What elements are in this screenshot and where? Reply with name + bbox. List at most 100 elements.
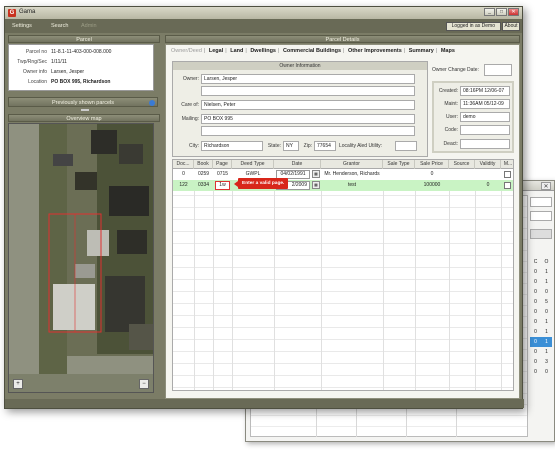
background-cell-b: 0 <box>545 369 548 375</box>
background-cell-row[interactable]: 00 <box>530 287 552 297</box>
table-row[interactable]: 0 0259 0715 GWPL 04/02/1991 ▦ Mr. Hender… <box>173 169 513 180</box>
background-cell-row[interactable]: 05 <box>530 297 552 307</box>
background-cell-row[interactable]: 00 <box>530 367 552 377</box>
splitter-handle[interactable] <box>81 109 89 111</box>
owner-information-header: Owner Information <box>173 62 427 70</box>
col-header-deed-type[interactable]: Deed Type <box>232 160 274 169</box>
cell-grantor: Mr. Henderson, Richards <box>324 171 380 177</box>
col-header-page[interactable]: Page <box>213 160 232 169</box>
cell-source <box>449 169 475 180</box>
col-header-date[interactable]: Date <box>274 160 321 169</box>
background-cell-a: 0 <box>534 269 537 275</box>
cell-grantor: test <box>347 182 357 188</box>
col-header-book[interactable]: Book <box>194 160 213 169</box>
cell-validity <box>475 169 501 180</box>
tab-maps[interactable]: Maps <box>441 48 455 54</box>
col-header-more[interactable]: M... <box>501 160 513 169</box>
cell-validity: 0 <box>486 182 490 188</box>
background-cell-b: 1 <box>545 339 548 345</box>
background-cell-row[interactable]: 01 <box>530 347 552 357</box>
tab-summary[interactable]: Summary <box>409 48 434 54</box>
created-field: 08:16PM 12/06-07 <box>460 86 510 96</box>
owner-change-date-field[interactable] <box>484 64 512 76</box>
side-button[interactable] <box>530 229 552 239</box>
owner-field-2[interactable] <box>201 86 415 96</box>
logged-in-status: Logged in as Demo <box>445 22 501 31</box>
close-icon[interactable]: ✕ <box>541 182 551 190</box>
table-row[interactable]: 122 0334 1w 2/2009 ▦ test 100000 0 <box>173 180 513 191</box>
background-cell-row[interactable]: 01 <box>530 327 552 337</box>
background-cell-row[interactable]: 00 <box>530 307 552 317</box>
maximize-button[interactable]: □ <box>496 8 507 16</box>
col-header-grantor[interactable]: Grantor <box>321 160 383 169</box>
calendar-icon[interactable]: ▦ <box>312 181 320 189</box>
col-header-source[interactable]: Source <box>449 160 475 169</box>
zoom-in-icon[interactable]: + <box>13 379 23 389</box>
about-button[interactable]: About <box>502 22 520 31</box>
background-cell-row[interactable]: 03 <box>530 357 552 367</box>
background-cell-list: CO0101000500010101010300 <box>530 257 552 377</box>
globe-icon[interactable] <box>149 100 155 106</box>
tab-other-improvements[interactable]: Other Improvements <box>348 48 402 54</box>
window-title: Gama <box>19 9 36 15</box>
background-cell-b: 1 <box>545 279 548 285</box>
care-of-field[interactable]: Nielsen, Peter <box>201 100 415 110</box>
owner-information-box: Owner Information Owner: Larsen, Jesper … <box>172 61 428 157</box>
utility-field[interactable] <box>395 141 417 151</box>
col-header-sale-type[interactable]: Sale Type <box>383 160 415 169</box>
background-cell-b: 3 <box>545 359 548 365</box>
side-field[interactable] <box>530 211 552 221</box>
state-field[interactable]: NY <box>283 141 299 151</box>
tab-legal[interactable]: Legal <box>209 48 223 54</box>
record-metadata-box: Created: 08:16PM 12/06-07 Maint: 11:36AM… <box>432 81 514 153</box>
row-checkbox[interactable] <box>504 182 511 189</box>
calendar-icon[interactable]: ▦ <box>312 170 320 178</box>
background-cell-row[interactable]: 01 <box>530 337 552 347</box>
tab-owner-deed[interactable]: Owner/Deed <box>171 48 202 54</box>
background-cell-a: 0 <box>534 339 537 345</box>
parcel-header: Parcel <box>8 35 160 43</box>
column-line <box>194 169 195 390</box>
close-button[interactable]: ✕ <box>508 8 519 16</box>
state-label: State: <box>267 143 281 149</box>
zoom-out-icon[interactable]: − <box>139 379 149 389</box>
title-bar[interactable]: G Gama _ □ ✕ <box>5 7 522 19</box>
cell-sale-type <box>383 169 415 180</box>
row-checkbox[interactable] <box>504 171 511 178</box>
mailing-field[interactable]: PO BOX 995 <box>201 114 415 124</box>
zip-field[interactable]: 77654 <box>314 141 336 151</box>
cell-doc: 0 <box>182 171 185 177</box>
background-cell-row[interactable]: CO <box>530 257 552 267</box>
background-cell-row[interactable]: 01 <box>530 267 552 277</box>
overview-map[interactable]: + − <box>8 123 154 393</box>
care-of-label: Care of: <box>181 102 199 108</box>
background-cell-a: 0 <box>534 319 537 325</box>
menu-search[interactable]: Search <box>51 23 68 29</box>
deact-field[interactable] <box>460 139 510 149</box>
menu-settings[interactable]: Settings <box>12 23 32 29</box>
code-label: Code: <box>444 127 458 133</box>
city-field[interactable]: Richardson <box>201 141 263 151</box>
col-header-sale-price[interactable]: Sale Price <box>415 160 449 169</box>
menu-bar: Settings Search Admin Logged in as Demo … <box>5 19 522 33</box>
tab-commercial-buildings[interactable]: Commercial Buildings <box>283 48 341 54</box>
side-field[interactable] <box>530 197 552 207</box>
owner-field[interactable]: Larsen, Jesper <box>201 74 415 84</box>
background-cell-row[interactable]: 01 <box>530 317 552 327</box>
previous-parcels-bar[interactable]: Previously shown parcels <box>8 97 158 107</box>
background-cell-row[interactable]: 01 <box>530 277 552 287</box>
tab-land[interactable]: Land <box>230 48 243 54</box>
column-line <box>274 169 275 390</box>
code-field[interactable] <box>460 125 510 135</box>
page-input[interactable]: 1w <box>215 181 230 190</box>
background-cell-a: 0 <box>534 289 537 295</box>
col-header-doc[interactable]: Doc... <box>173 160 194 169</box>
parcel-info-box: Parcel no 11-8.1-11-403-000-008.000 Twp/… <box>8 44 154 91</box>
col-header-validity[interactable]: Validity <box>475 160 501 169</box>
cell-book: 0334 <box>197 182 210 188</box>
mailing-field-2[interactable] <box>201 126 415 136</box>
minimize-button[interactable]: _ <box>484 8 495 16</box>
tab-dwellings[interactable]: Dwellings <box>250 48 276 54</box>
cell-sale-price: 100000 <box>423 182 441 188</box>
cell-page: 0715 <box>216 171 229 177</box>
